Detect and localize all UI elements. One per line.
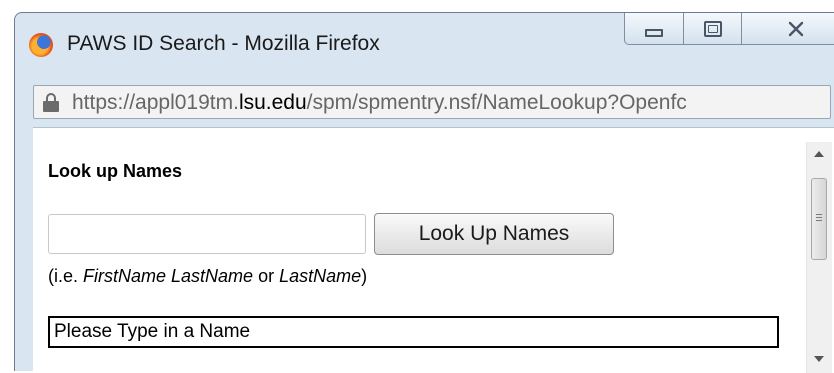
maximize-button[interactable] (684, 13, 742, 45)
firefox-icon (29, 33, 53, 57)
search-hint: (i.e. FirstName LastName or LastName) (48, 266, 368, 286)
window-title: PAWS ID Search - Mozilla Firefox (67, 32, 380, 55)
window-controls (624, 13, 834, 45)
browser-window: PAWS ID Search - Mozilla Firefox https:/… (14, 12, 834, 373)
page-content: Look up Names Look Up Names (i.e. FirstN… (33, 127, 834, 373)
vertical-scrollbar[interactable] (806, 142, 832, 373)
url-prefix: https://appl019tm. (72, 91, 239, 114)
status-message-box: Please Type in a Name (48, 316, 779, 348)
restore-icon (703, 20, 722, 37)
close-icon (788, 21, 803, 36)
look-up-names-button[interactable]: Look Up Names (374, 213, 614, 255)
page-heading: Look up Names (48, 161, 183, 181)
url-text[interactable]: https://appl019tm.lsu.edu/spm/spmentry.n… (72, 91, 687, 115)
minimize-icon (645, 28, 663, 37)
url-host: lsu.edu (238, 91, 307, 114)
close-button[interactable] (742, 13, 834, 45)
lock-icon (43, 93, 59, 112)
address-bar[interactable]: https://appl019tm.lsu.edu/spm/spmentry.n… (33, 85, 831, 119)
scrollbar-thumb[interactable] (811, 178, 827, 260)
scroll-down-icon[interactable] (814, 356, 824, 362)
url-path: /spm/spmentry.nsf/NameLookup?Openfc (306, 91, 687, 114)
name-search-input[interactable] (48, 214, 366, 254)
minimize-button[interactable] (624, 13, 684, 45)
scroll-up-icon[interactable] (814, 151, 824, 157)
title-bar[interactable]: PAWS ID Search - Mozilla Firefox (15, 13, 834, 71)
